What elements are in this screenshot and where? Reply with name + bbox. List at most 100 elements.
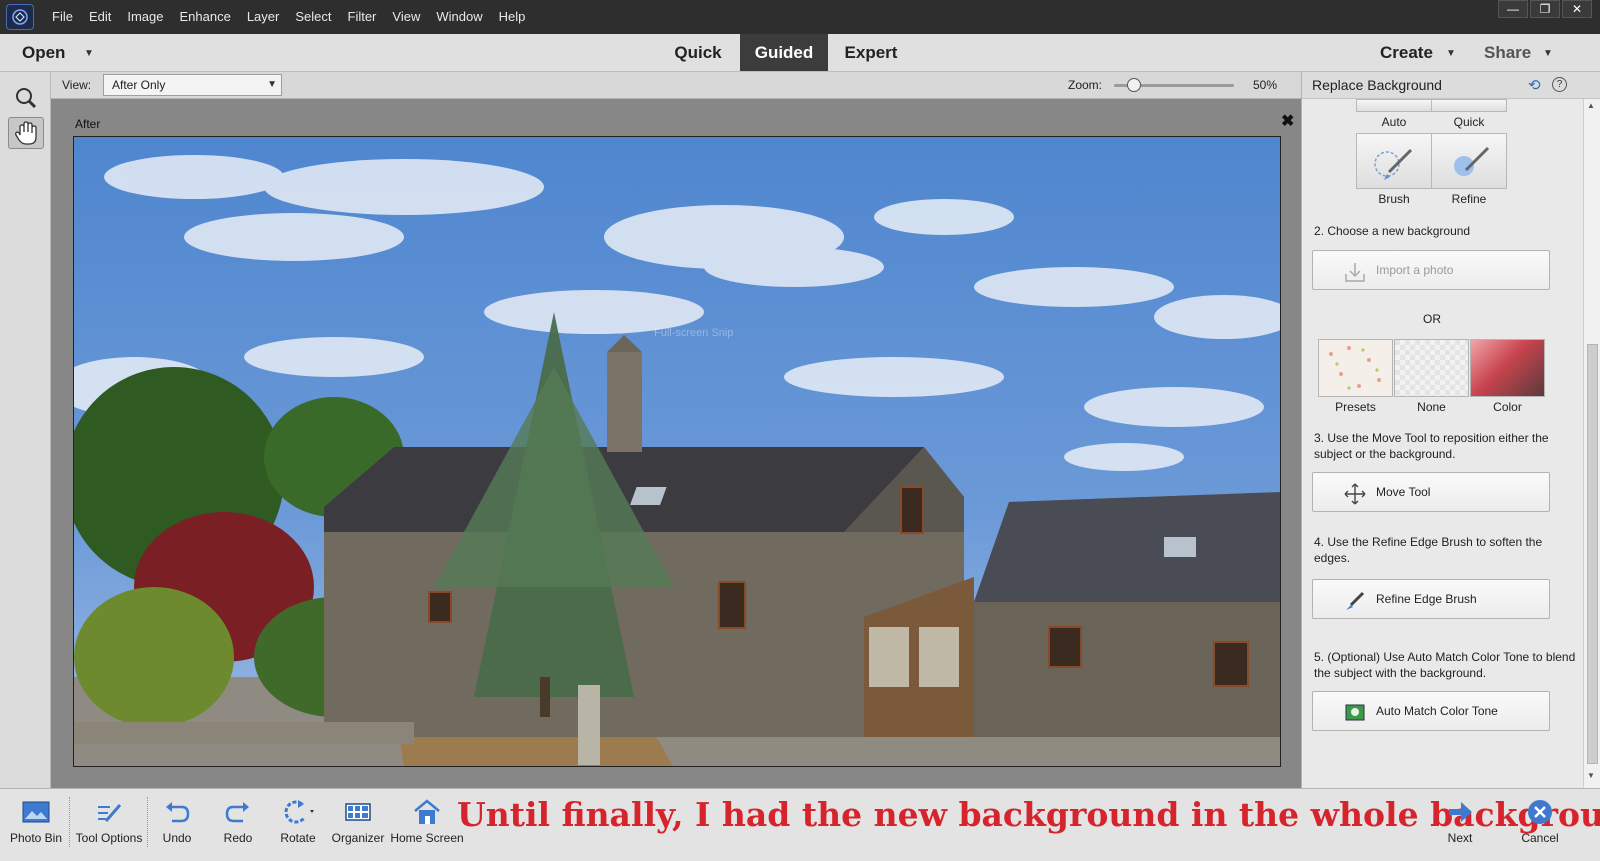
create-dropdown-icon[interactable]: ▼ (1446, 48, 1456, 59)
menu-enhance[interactable]: Enhance (172, 0, 239, 34)
rotate-label: Rotate (280, 831, 316, 845)
photo-bin-icon (4, 797, 68, 827)
auto-match-color-tone-button[interactable]: Auto Match Color Tone (1312, 691, 1550, 731)
document-label: After (75, 117, 101, 131)
tab-expert[interactable]: Expert (832, 34, 910, 71)
panel-scrollbar-thumb[interactable] (1587, 344, 1598, 764)
hand-tool-icon[interactable] (8, 117, 44, 149)
tool-options-icon (72, 797, 146, 827)
view-options-bar: View: After Only ▼ Zoom: 50% (51, 72, 1301, 99)
create-button[interactable]: Create (1380, 34, 1433, 71)
refine-edge-brush-label: Refine Edge Brush (1376, 592, 1477, 606)
menu-filter[interactable]: Filter (340, 0, 385, 34)
mode-bar: Open ▼ Quick Guided Expert Create ▼ Shar… (0, 34, 1600, 72)
move-tool-label: Move Tool (1376, 485, 1431, 499)
selection-brush-icon[interactable] (1356, 133, 1432, 189)
auto-match-color-tone-label: Auto Match Color Tone (1376, 704, 1498, 718)
auto-match-color-icon (1343, 701, 1367, 730)
zoom-label: Zoom: (1068, 78, 1103, 92)
none-label: None (1417, 400, 1446, 414)
scroll-up-icon[interactable]: ▲ (1587, 101, 1595, 110)
close-document-icon[interactable]: ✖ (1281, 111, 1294, 131)
tutorial-caption: Until finally, I had the new background … (457, 795, 1600, 834)
menu-edit[interactable]: Edit (81, 0, 119, 34)
quick-select-icon[interactable] (1431, 99, 1507, 112)
help-icon[interactable]: ? (1552, 77, 1567, 92)
menu-help[interactable]: Help (491, 0, 534, 34)
redo-icon (214, 797, 262, 827)
tool-options-label: Tool Options (75, 831, 143, 845)
auto-select-icon[interactable] (1356, 99, 1432, 112)
menu-bar: File Edit Image Enhance Layer Select Fil… (0, 0, 1600, 34)
photo-bin-button[interactable]: Photo Bin (4, 797, 68, 857)
presets-swatch-icon[interactable] (1318, 339, 1393, 397)
view-select[interactable]: After Only ▼ (103, 74, 282, 96)
menu-select[interactable]: Select (287, 0, 339, 34)
cancel-button[interactable]: Cancel (1512, 797, 1568, 857)
brush-label: Brush (1378, 192, 1410, 206)
close-icon[interactable]: ✕ (1562, 0, 1592, 18)
zoom-tool-icon[interactable] (8, 82, 44, 114)
panel-scrollbar[interactable]: ▲ ▼ (1583, 99, 1600, 788)
guided-panel: Replace Background ⟲ ? Auto Quick Brush … (1301, 72, 1600, 788)
move-tool-icon (1343, 482, 1367, 511)
quick-select-label: Quick (1453, 115, 1485, 129)
import-photo-label: Import a photo (1376, 263, 1454, 277)
step-2-text: 2. Choose a new background (1314, 224, 1471, 238)
or-label: OR (1423, 312, 1441, 326)
open-button[interactable]: Open (22, 34, 65, 71)
menu-file[interactable]: File (44, 0, 81, 34)
menu-items: File Edit Image Enhance Layer Select Fil… (44, 0, 533, 34)
minimize-icon[interactable]: — (1498, 0, 1528, 18)
restore-icon[interactable]: ❐ (1530, 0, 1560, 18)
home-screen-button[interactable]: Home Screen (390, 797, 464, 857)
undo-button[interactable]: Undo (153, 797, 201, 857)
tab-quick[interactable]: Quick (660, 34, 736, 71)
share-button[interactable]: Share (1484, 34, 1531, 71)
zoom-slider[interactable] (1114, 78, 1234, 92)
next-button[interactable]: Next (1434, 797, 1486, 857)
menu-window[interactable]: Window (428, 0, 490, 34)
zoom-slider-knob[interactable] (1127, 78, 1142, 92)
menu-layer[interactable]: Layer (239, 0, 288, 34)
refine-edge-brush-icon (1343, 589, 1367, 618)
import-photo-button[interactable]: Import a photo (1312, 250, 1550, 290)
watermark-text: Full-screen Snip (654, 327, 734, 339)
step-5-text: 5. (Optional) Use Auto Match Color Tone … (1314, 650, 1576, 680)
bottom-bar: Photo Bin Tool Options Undo Redo Rotate … (0, 788, 1600, 861)
color-label: Color (1493, 400, 1522, 414)
tab-guided[interactable]: Guided (740, 34, 828, 71)
canvas-area: After ✖ Full-screen Snip (51, 99, 1301, 788)
photo-preview[interactable]: Full-screen Snip (73, 136, 1281, 767)
open-dropdown-icon[interactable]: ▼ (84, 48, 94, 59)
rotate-icon (272, 797, 324, 827)
undo-label: Undo (162, 831, 192, 845)
scroll-down-icon[interactable]: ▼ (1587, 771, 1595, 780)
move-tool-button[interactable]: Move Tool (1312, 472, 1550, 512)
refine-edge-brush-button[interactable]: Refine Edge Brush (1312, 579, 1550, 619)
redo-button[interactable]: Redo (214, 797, 262, 857)
undo-icon (153, 797, 201, 827)
tools-panel (0, 72, 51, 788)
step-4-text: 4. Use the Refine Edge Brush to soften t… (1314, 535, 1543, 565)
organizer-label: Organizer (331, 831, 385, 845)
panel-header: Replace Background ⟲ ? (1302, 72, 1600, 99)
organizer-button[interactable]: Organizer (330, 797, 386, 857)
refine-selection-icon[interactable] (1431, 133, 1507, 189)
menu-view[interactable]: View (384, 0, 428, 34)
color-swatch-icon[interactable] (1470, 339, 1545, 397)
reset-icon[interactable]: ⟲ (1528, 76, 1541, 94)
panel-title: Replace Background (1312, 77, 1442, 93)
rotate-button[interactable]: Rotate (272, 797, 324, 857)
share-dropdown-icon[interactable]: ▼ (1543, 48, 1553, 59)
menu-image[interactable]: Image (119, 0, 171, 34)
transparent-swatch-icon[interactable] (1394, 339, 1469, 397)
divider (147, 797, 148, 847)
home-icon (390, 797, 464, 827)
presets-label: Presets (1335, 400, 1376, 414)
view-label: View: (62, 78, 92, 92)
auto-select-label: Auto (1381, 115, 1407, 129)
tool-options-button[interactable]: Tool Options (72, 797, 146, 857)
home-screen-label: Home Screen (390, 831, 464, 845)
chevron-down-icon: ▼ (267, 79, 277, 90)
